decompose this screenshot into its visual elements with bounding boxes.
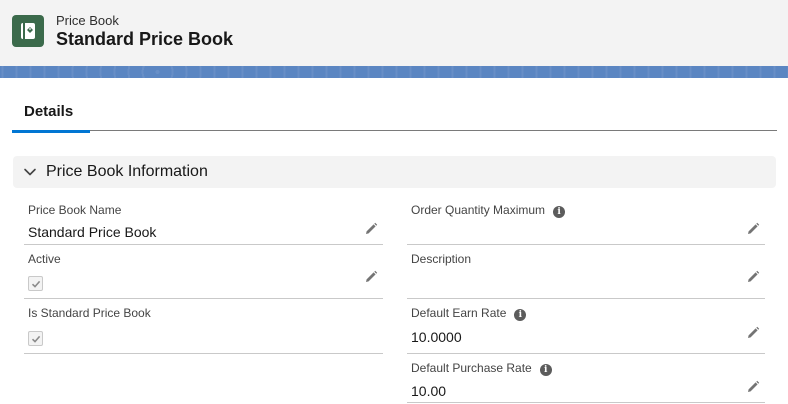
field-label: Price Book Name [28, 203, 122, 217]
field-value: 10.0000 [411, 329, 462, 345]
chevron-down-icon [24, 168, 36, 176]
pencil-edit-icon[interactable] [745, 269, 761, 285]
field-default-purchase-rate: Default Purchase Rate i 10.00 [407, 356, 765, 403]
info-icon[interactable]: i [539, 364, 552, 376]
field-label: Description [411, 252, 472, 266]
field-is-standard-price-book: Is Standard Price Book [24, 301, 383, 354]
field-label: Default Earn Rate i [411, 306, 527, 321]
field-active: Active [24, 247, 383, 299]
page-title: Standard Price Book [56, 29, 234, 49]
pencil-edit-icon[interactable] [745, 379, 761, 395]
pencil-edit-icon[interactable] [745, 325, 761, 341]
field-label-text: Order Quantity Maximum [411, 203, 546, 217]
object-type-label: Price Book [56, 13, 119, 28]
tab-details[interactable]: Details [12, 95, 90, 133]
field-label: Active [28, 252, 61, 266]
field-label: Is Standard Price Book [28, 306, 151, 320]
checkmark-icon [31, 280, 40, 288]
is-standard-checkbox [28, 331, 43, 346]
field-value: Standard Price Book [28, 224, 157, 240]
field-label: Order Quantity Maximum i [411, 203, 566, 218]
record-header: Price Book Standard Price Book [0, 0, 788, 66]
tab-bar: Details [12, 95, 777, 133]
field-label: Default Purchase Rate i [411, 361, 552, 376]
tab-active-indicator [12, 130, 90, 133]
field-description: Description [407, 247, 765, 299]
field-default-earn-rate: Default Earn Rate i 10.0000 [407, 301, 765, 354]
pencil-edit-icon[interactable] [363, 269, 379, 285]
info-icon[interactable]: i [514, 309, 527, 321]
info-icon[interactable]: i [553, 206, 566, 218]
field-order-quantity-maximum: Order Quantity Maximum i [407, 198, 765, 245]
field-label-text: Default Earn Rate [411, 306, 507, 320]
section-title: Price Book Information [46, 163, 208, 180]
checkmark-icon [31, 335, 40, 343]
section-toggle-price-book-information[interactable]: Price Book Information [13, 156, 776, 188]
header-band [0, 66, 788, 78]
pencil-edit-icon[interactable] [745, 221, 761, 237]
pencil-edit-icon[interactable] [363, 221, 379, 237]
tab-details-label: Details [24, 103, 74, 120]
field-label-text: Default Purchase Rate [411, 361, 532, 375]
active-checkbox [28, 276, 43, 291]
pricebook-icon [12, 15, 44, 47]
field-value: 10.00 [411, 383, 447, 399]
field-price-book-name: Price Book Name Standard Price Book [24, 198, 383, 245]
